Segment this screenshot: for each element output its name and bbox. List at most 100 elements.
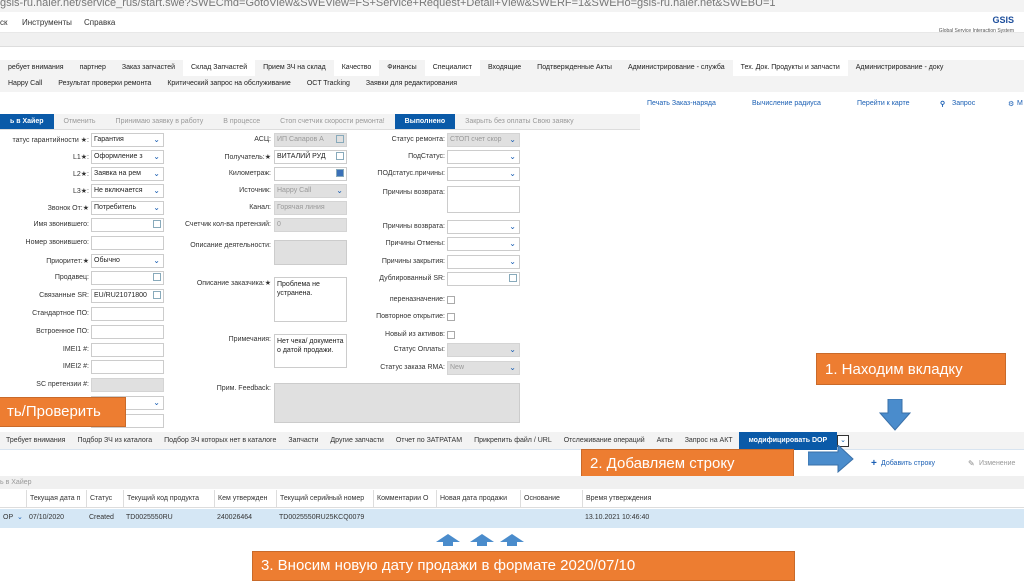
tab-item[interactable]: Критический запрос на обслуживание	[159, 76, 298, 92]
input-field[interactable]: Оформление з ⌄	[91, 150, 164, 164]
textarea[interactable]: Нет чека/ документа о датой продажи.	[274, 334, 347, 368]
lower-tab[interactable]: Подбор ЗЧ из каталога	[71, 432, 158, 450]
tab-item[interactable]: Подтвержденные Акты	[529, 60, 620, 76]
chevron-down-icon[interactable]: ⌄	[336, 185, 343, 197]
checkbox[interactable]	[447, 296, 455, 304]
chevron-down-icon[interactable]: ⌄	[153, 151, 160, 163]
column-header[interactable]: Текущая дата п	[26, 490, 86, 508]
picker-icon[interactable]	[153, 220, 161, 228]
calculator-icon[interactable]	[336, 169, 344, 177]
lower-tab[interactable]: Отчет по ЗАТРАТАМ	[390, 432, 468, 450]
input-field[interactable]: ⌄	[447, 150, 520, 164]
lower-tab[interactable]: Прикрепить файл / URL	[468, 432, 558, 450]
input-field[interactable]	[274, 167, 347, 181]
chevron-down-icon[interactable]: ⌄	[509, 256, 516, 268]
column-header[interactable]: Кем утвержден	[214, 490, 276, 508]
input-field[interactable]: ⌄	[447, 220, 520, 234]
lower-tab[interactable]: Отслеживание операций	[558, 432, 651, 450]
input-field[interactable]: Заявка на рем ⌄	[91, 167, 164, 181]
chevron-down-icon[interactable]: ⌄	[509, 134, 516, 146]
tab-item[interactable]: Результат проверки ремонта	[50, 76, 159, 92]
tab-item[interactable]: Специалист	[424, 60, 480, 76]
input-field[interactable]	[91, 307, 164, 321]
chevron-down-icon[interactable]: ⌄	[509, 151, 516, 163]
chevron-down-icon[interactable]: ⌄	[509, 168, 516, 180]
chevron-down-icon[interactable]: ⌄	[153, 185, 160, 197]
picker-icon[interactable]	[509, 274, 517, 282]
tab-item[interactable]: Склад Запчастей	[183, 60, 256, 76]
tab-item[interactable]: Финансы	[379, 60, 424, 76]
tab-item[interactable]: Входящие	[480, 60, 529, 76]
status-button[interactable]: Принимаю заявку в работу	[106, 114, 214, 129]
tab-item[interactable]: Качество	[333, 60, 380, 76]
chevron-down-icon[interactable]: ⌄	[153, 255, 160, 267]
input-field[interactable]: EU/RU21071800	[91, 289, 164, 303]
menu-item-tools[interactable]: Инструменты	[22, 18, 72, 27]
status-button[interactable]: В процессе	[213, 114, 270, 129]
print-order-link[interactable]: Печать Заказ-наряда	[647, 100, 716, 107]
input-field[interactable]: Обычно ⌄	[91, 254, 164, 268]
status-button[interactable]: Закрыть без оплаты Свою заявку	[455, 114, 583, 129]
tab-item[interactable]: Заявки для редактирования	[358, 76, 465, 92]
picker-icon[interactable]	[153, 291, 161, 299]
tab-item[interactable]: партнер	[72, 60, 114, 76]
chevron-down-icon[interactable]: ⌄	[153, 168, 160, 180]
textarea[interactable]	[447, 186, 520, 213]
input-field[interactable]	[91, 325, 164, 339]
checkbox[interactable]	[447, 331, 455, 339]
input-field[interactable]	[91, 360, 164, 374]
address-bar[interactable]: gsis-ru.haier.net/service_rus/start.swe?…	[0, 0, 1024, 12]
map-link[interactable]: Перейти к карте	[857, 100, 910, 107]
input-field[interactable]: ⌄	[447, 167, 520, 181]
checkbox[interactable]	[447, 313, 455, 321]
more-link[interactable]: М	[1017, 100, 1023, 107]
query-link[interactable]: Запрос	[952, 100, 975, 107]
column-header[interactable]: Время утверждения	[582, 490, 1024, 508]
chevron-down-icon[interactable]: ⌄	[153, 134, 160, 146]
input-field[interactable]	[91, 271, 164, 285]
lower-tab[interactable]: Требует внимания	[0, 432, 71, 450]
status-button[interactable]: Отменить	[54, 114, 106, 129]
input-field[interactable]	[91, 343, 164, 357]
input-field[interactable]	[91, 236, 164, 250]
input-field[interactable]: Потребитель ⌄	[91, 201, 164, 215]
input-field[interactable]: ВИТАЛИЙ РУД	[274, 150, 347, 164]
input-field[interactable]: Не включается ⌄	[91, 184, 164, 198]
menu-item-help[interactable]: Справка	[84, 18, 115, 27]
tab-item[interactable]: Тех. Док. Продукты и запчасти	[732, 60, 848, 76]
gear-icon[interactable]: ⚙	[1008, 100, 1014, 108]
chevron-down-icon[interactable]: ⌄	[509, 221, 516, 233]
column-header[interactable]: Новая дата продажи	[436, 490, 520, 508]
tab-item[interactable]: Администрирование - служба	[620, 60, 733, 76]
tab-item[interactable]: Администрирование - доку	[848, 60, 952, 76]
radius-link[interactable]: Вычисление радиуса	[752, 100, 821, 107]
status-button[interactable]: ь в Хайер	[0, 114, 54, 129]
chevron-down-icon[interactable]: ⌄	[153, 202, 160, 214]
column-header[interactable]: Статус	[86, 490, 123, 508]
input-field[interactable]	[447, 272, 520, 286]
picker-icon[interactable]	[336, 135, 344, 143]
tab-item[interactable]: ребует внимания	[0, 60, 72, 76]
textarea[interactable]: Проблема не устранена.	[274, 277, 347, 322]
column-header[interactable]: Основание	[520, 490, 582, 508]
lower-tab[interactable]: Запрос на АКТ	[679, 432, 739, 450]
input-field[interactable]	[91, 218, 164, 232]
chevron-down-icon[interactable]: ⌄	[509, 362, 516, 374]
chevron-down-icon[interactable]: ⌄	[509, 344, 516, 356]
input-field[interactable]: Гарантия ⌄	[91, 133, 164, 147]
lower-tab[interactable]: Акты	[651, 432, 679, 450]
chevron-down-icon[interactable]: ⌄	[14, 509, 23, 527]
picker-icon[interactable]	[153, 273, 161, 281]
table-row[interactable]: OP 07/10/2020 Created TD0025550RU 240026464 T…	[0, 509, 1024, 528]
lower-tab[interactable]: Запчасти	[282, 432, 324, 450]
lower-tab[interactable]: Другие запчасти	[324, 432, 389, 450]
column-header[interactable]: Текущий серийный номер	[276, 490, 373, 508]
tab-item[interactable]: Happy Call	[0, 76, 50, 92]
column-header[interactable]: Комментарии О	[373, 490, 436, 508]
tab-item[interactable]: Заказ запчастей	[114, 60, 183, 76]
menu-item-search[interactable]: ск	[0, 18, 8, 27]
lower-tab[interactable]: Подбор ЗЧ которых нет в каталоге	[158, 432, 282, 450]
tab-item[interactable]: OCT Tracking	[299, 76, 358, 92]
input-field[interactable]: ⌄	[447, 255, 520, 269]
input-field[interactable]: ⌄	[447, 237, 520, 251]
